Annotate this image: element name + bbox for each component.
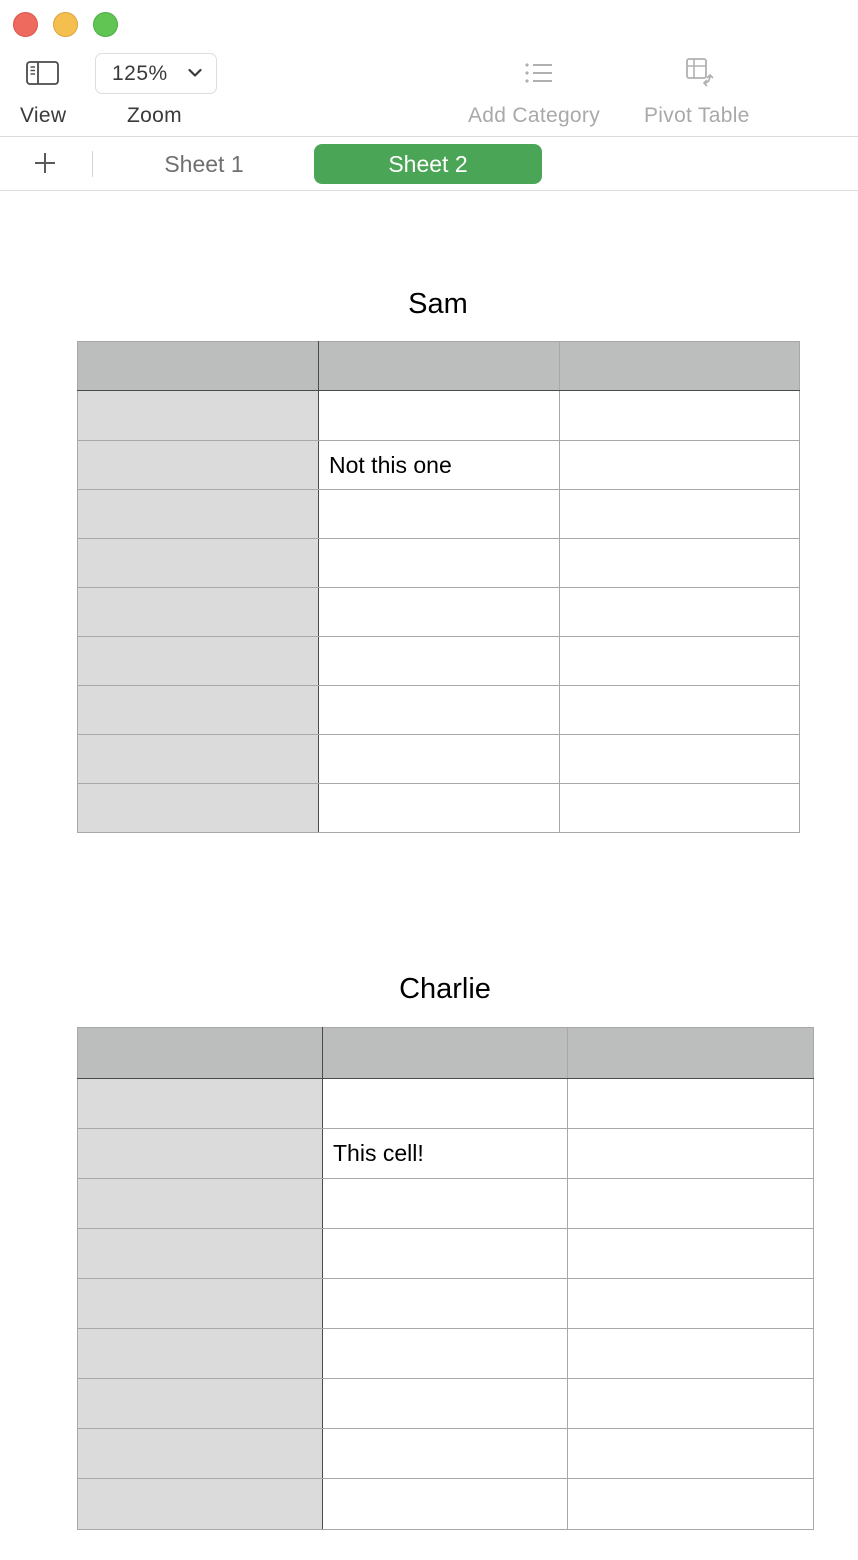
table-cell[interactable] xyxy=(559,685,800,735)
table-cell[interactable] xyxy=(318,636,560,686)
row-header-cell[interactable] xyxy=(77,1078,323,1129)
row-header-cell[interactable] xyxy=(77,538,319,588)
tab-sheet-2[interactable]: Sheet 2 xyxy=(314,144,542,184)
row-header-cell[interactable] xyxy=(77,685,319,735)
minimize-window-button[interactable] xyxy=(53,12,78,37)
table-cell[interactable] xyxy=(322,1078,568,1129)
pivot-table-label: Pivot Table xyxy=(644,104,750,127)
add-category-label: Add Category xyxy=(468,104,601,127)
table-cell[interactable] xyxy=(318,734,560,784)
table-cell[interactable] xyxy=(318,783,560,833)
header-cell[interactable] xyxy=(567,1027,814,1079)
table-cell[interactable] xyxy=(318,489,560,539)
zoom-value: 125% xyxy=(112,61,168,85)
table-sam: Not this one xyxy=(77,341,800,833)
table-cell[interactable] xyxy=(322,1378,568,1429)
chevron-down-icon xyxy=(188,68,202,77)
row-header-cell[interactable] xyxy=(77,734,319,784)
table-cell[interactable] xyxy=(559,734,800,784)
row-header-cell[interactable] xyxy=(77,1128,323,1179)
row-header-cell[interactable] xyxy=(77,783,319,833)
header-cell[interactable] xyxy=(318,341,560,391)
table-cell[interactable] xyxy=(322,1228,568,1279)
view-label: View xyxy=(20,104,67,127)
header-cell[interactable] xyxy=(559,341,800,391)
table-cell[interactable] xyxy=(322,1328,568,1379)
zoom-select[interactable]: 125% xyxy=(95,53,217,94)
row-header-cell[interactable] xyxy=(77,1478,323,1530)
row-header-cell[interactable] xyxy=(77,1178,323,1229)
zoom-label: Zoom xyxy=(127,104,182,127)
header-cell[interactable] xyxy=(77,341,319,391)
tab-sheet-1[interactable]: Sheet 1 xyxy=(120,144,288,184)
row-header-cell[interactable] xyxy=(77,440,319,490)
view-button[interactable] xyxy=(26,60,62,88)
table-cell[interactable] xyxy=(567,1228,814,1279)
toolbar-divider xyxy=(0,136,858,137)
table-cell[interactable] xyxy=(322,1178,568,1229)
table-title-charlie: Charlie xyxy=(399,973,491,1005)
row-header-cell[interactable] xyxy=(77,636,319,686)
table-cell[interactable] xyxy=(567,1378,814,1429)
table-charlie: This cell! xyxy=(77,1027,814,1530)
pivot-table-icon xyxy=(686,58,714,87)
add-category-button[interactable] xyxy=(524,60,554,88)
table-cell[interactable] xyxy=(318,538,560,588)
close-window-button[interactable] xyxy=(13,12,38,37)
row-header-cell[interactable] xyxy=(77,489,319,539)
plus-icon xyxy=(35,153,55,173)
row-header-cell[interactable] xyxy=(77,1278,323,1329)
table-cell[interactable] xyxy=(322,1428,568,1479)
table-cell[interactable] xyxy=(318,390,560,441)
header-cell[interactable] xyxy=(77,1027,323,1079)
table-cell[interactable] xyxy=(559,489,800,539)
table-cell[interactable] xyxy=(322,1478,568,1530)
header-cell[interactable] xyxy=(322,1027,568,1079)
table-cell[interactable] xyxy=(567,1128,814,1179)
tabs-divider xyxy=(0,190,858,191)
pivot-table-button[interactable] xyxy=(686,58,718,88)
table-cell[interactable] xyxy=(559,538,800,588)
table-title-sam: Sam xyxy=(408,288,468,320)
table-cell[interactable] xyxy=(567,1278,814,1329)
row-header-cell[interactable] xyxy=(77,587,319,637)
table-cell[interactable] xyxy=(322,1278,568,1329)
table-cell[interactable] xyxy=(559,390,800,441)
row-header-cell[interactable] xyxy=(77,1428,323,1479)
table-cell[interactable] xyxy=(567,1428,814,1479)
table-cell[interactable] xyxy=(567,1178,814,1229)
table-cell[interactable] xyxy=(559,440,800,490)
maximize-window-button[interactable] xyxy=(93,12,118,37)
table-cell[interactable] xyxy=(559,783,800,833)
row-header-cell[interactable] xyxy=(77,1228,323,1279)
row-header-cell[interactable] xyxy=(77,1378,323,1429)
table-cell[interactable] xyxy=(567,1328,814,1379)
row-header-cell[interactable] xyxy=(77,390,319,441)
sidebar-icon xyxy=(26,61,59,85)
list-icon xyxy=(525,63,552,83)
table-cell[interactable]: Not this one xyxy=(318,440,560,490)
row-header-cell[interactable] xyxy=(77,1328,323,1379)
table-cell[interactable] xyxy=(567,1478,814,1530)
table-cell[interactable]: This cell! xyxy=(322,1128,568,1179)
tab-separator xyxy=(92,151,93,177)
table-cell[interactable] xyxy=(559,636,800,686)
table-cell[interactable] xyxy=(318,587,560,637)
table-cell[interactable] xyxy=(318,685,560,735)
table-cell[interactable] xyxy=(559,587,800,637)
add-sheet-button[interactable] xyxy=(33,151,57,175)
table-cell[interactable] xyxy=(567,1078,814,1129)
